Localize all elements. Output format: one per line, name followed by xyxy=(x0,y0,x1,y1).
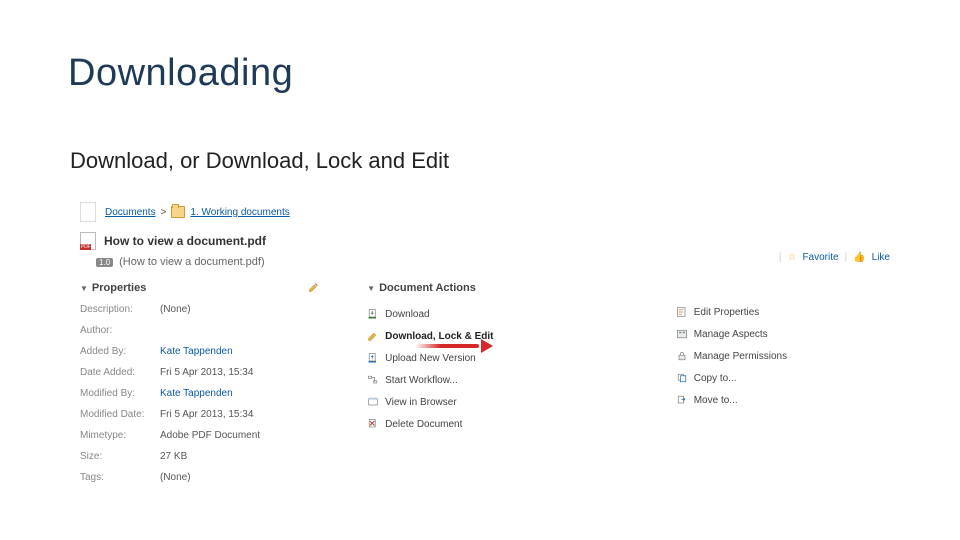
move-icon xyxy=(676,394,688,406)
right-actions-panel: Edit Properties Manage Aspects Manage Pe… xyxy=(676,282,890,493)
prop-value-user[interactable]: Kate Tappenden xyxy=(160,346,233,357)
page-title: Downloading xyxy=(68,52,293,95)
right-action-list: Edit Properties Manage Aspects Manage Pe… xyxy=(676,306,890,406)
action-label: Move to... xyxy=(694,395,738,406)
delete-icon xyxy=(367,418,379,430)
prop-label: Tags: xyxy=(80,472,160,483)
action-move-to[interactable]: Move to... xyxy=(676,394,890,406)
prop-description: Description: (None) xyxy=(80,304,337,315)
prop-label: Modified By: xyxy=(80,388,160,399)
pdf-icon xyxy=(80,232,96,250)
upload-icon xyxy=(367,352,379,364)
action-label: Manage Aspects xyxy=(694,329,768,340)
edit-pencil-icon[interactable] xyxy=(308,282,319,293)
prop-date-added: Date Added: Fri 5 Apr 2013, 15:34 xyxy=(80,367,337,378)
slide: Downloading Download, or Download, Lock … xyxy=(0,0,960,540)
prop-modified-date: Modified Date: Fri 5 Apr 2013, 15:34 xyxy=(80,409,337,420)
separator: | xyxy=(779,252,782,263)
action-manage-permissions[interactable]: Manage Permissions xyxy=(676,350,890,362)
browser-icon xyxy=(367,396,379,408)
prop-value: Fri 5 Apr 2013, 15:34 xyxy=(160,409,253,420)
properties-header[interactable]: ▼ Properties xyxy=(80,282,337,294)
prop-label: Description: xyxy=(80,304,160,315)
action-list: Download Download, Lock & Edit Upload Ne… xyxy=(367,308,646,430)
prop-added-by: Added By: Kate Tappenden xyxy=(80,346,337,357)
action-view-in-browser[interactable]: View in Browser xyxy=(367,396,646,408)
document-actions-panel: ▼ Document Actions Download Down xyxy=(367,282,646,493)
breadcrumb-root[interactable]: Documents xyxy=(105,207,156,218)
download-icon xyxy=(367,308,379,320)
pencil-icon xyxy=(367,330,379,342)
action-label: View in Browser xyxy=(385,397,457,408)
page-subtitle: Download, or Download, Lock and Edit xyxy=(70,148,449,174)
prop-label: Size: xyxy=(80,451,160,462)
prop-value: Fri 5 Apr 2013, 15:34 xyxy=(160,367,253,378)
document-thumbnail-icon xyxy=(80,202,96,222)
action-label: Start Workflow... xyxy=(385,375,458,386)
action-label: Upload New Version xyxy=(385,353,476,364)
document-header: How to view a document.pdf xyxy=(80,232,890,250)
highlight-arrow xyxy=(415,339,493,353)
top-links: | ☆ Favorite | 👍 Like xyxy=(779,252,890,263)
prop-value: Adobe PDF Document xyxy=(160,430,260,441)
prop-tags: Tags: (None) xyxy=(80,472,337,483)
prop-label: Author: xyxy=(80,325,160,336)
disclosure-triangle-icon: ▼ xyxy=(80,284,88,293)
like-link[interactable]: Like xyxy=(872,252,890,263)
document-filename: (How to view a document.pdf) xyxy=(119,256,265,268)
action-label: Copy to... xyxy=(694,373,737,384)
version-badge: 1.0 xyxy=(96,258,113,267)
action-label: Delete Document xyxy=(385,419,462,430)
document-subheader: 1.0 (How to view a document.pdf) xyxy=(96,256,890,268)
breadcrumb: Documents > 1. Working documents xyxy=(80,202,890,222)
star-icon: ☆ xyxy=(787,252,796,263)
action-upload-new-version[interactable]: Upload New Version xyxy=(367,352,646,364)
prop-label: Modified Date: xyxy=(80,409,160,420)
aspects-icon xyxy=(676,328,688,340)
document-actions-header[interactable]: ▼ Document Actions xyxy=(367,282,646,294)
action-download[interactable]: Download xyxy=(367,308,646,320)
arrow-shaft xyxy=(415,344,479,348)
prop-value: (None) xyxy=(160,472,191,483)
properties-header-label: Properties xyxy=(92,282,146,294)
action-label: Manage Permissions xyxy=(694,351,787,362)
prop-size: Size: 27 KB xyxy=(80,451,337,462)
workflow-icon xyxy=(367,374,379,386)
prop-value: (None) xyxy=(160,304,191,315)
action-start-workflow[interactable]: Start Workflow... xyxy=(367,374,646,386)
properties-panel: ▼ Properties Description: (None) Author:… xyxy=(80,282,337,493)
action-manage-aspects[interactable]: Manage Aspects xyxy=(676,328,890,340)
breadcrumb-folder[interactable]: 1. Working documents xyxy=(190,207,289,218)
action-copy-to[interactable]: Copy to... xyxy=(676,372,890,384)
prop-mimetype: Mimetype: Adobe PDF Document xyxy=(80,430,337,441)
action-label: Download xyxy=(385,309,429,320)
disclosure-triangle-icon: ▼ xyxy=(367,284,375,293)
separator: | xyxy=(845,252,848,263)
prop-modified-by: Modified By: Kate Tappenden xyxy=(80,388,337,399)
permissions-icon xyxy=(676,350,688,362)
arrow-head-icon xyxy=(481,339,493,353)
prop-value-user[interactable]: Kate Tappenden xyxy=(160,388,233,399)
favorite-link[interactable]: Favorite xyxy=(802,252,838,263)
action-edit-properties[interactable]: Edit Properties xyxy=(676,306,890,318)
prop-value: 27 KB xyxy=(160,451,187,462)
action-delete-document[interactable]: Delete Document xyxy=(367,418,646,430)
prop-author: Author: xyxy=(80,325,337,336)
document-actions-header-label: Document Actions xyxy=(379,282,476,294)
folder-icon xyxy=(171,206,185,218)
prop-label: Added By: xyxy=(80,346,160,357)
action-download-lock-edit[interactable]: Download, Lock & Edit xyxy=(367,330,646,342)
like-icon: 👍 xyxy=(853,252,865,263)
document-title: How to view a document.pdf xyxy=(104,234,266,248)
app-screenshot: Documents > 1. Working documents How to … xyxy=(80,202,890,482)
action-label: Edit Properties xyxy=(694,307,760,318)
copy-icon xyxy=(676,372,688,384)
prop-label: Mimetype: xyxy=(80,430,160,441)
prop-label: Date Added: xyxy=(80,367,160,378)
columns: ▼ Properties Description: (None) Author:… xyxy=(80,282,890,493)
breadcrumb-sep: > xyxy=(161,207,167,218)
properties-icon xyxy=(676,306,688,318)
